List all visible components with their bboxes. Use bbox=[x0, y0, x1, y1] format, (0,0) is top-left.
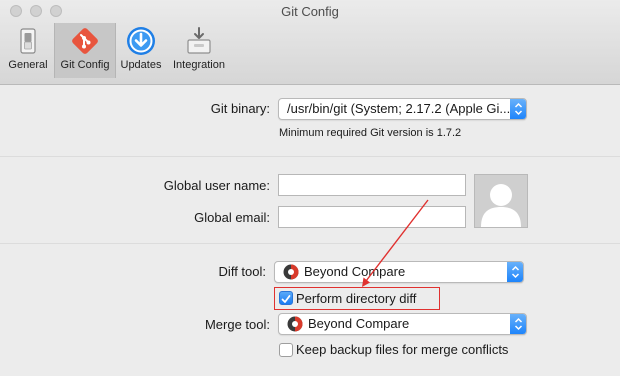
preferences-window: Git Config General Git Config Updates In… bbox=[0, 0, 620, 376]
annotation-arrow-icon bbox=[362, 199, 429, 287]
